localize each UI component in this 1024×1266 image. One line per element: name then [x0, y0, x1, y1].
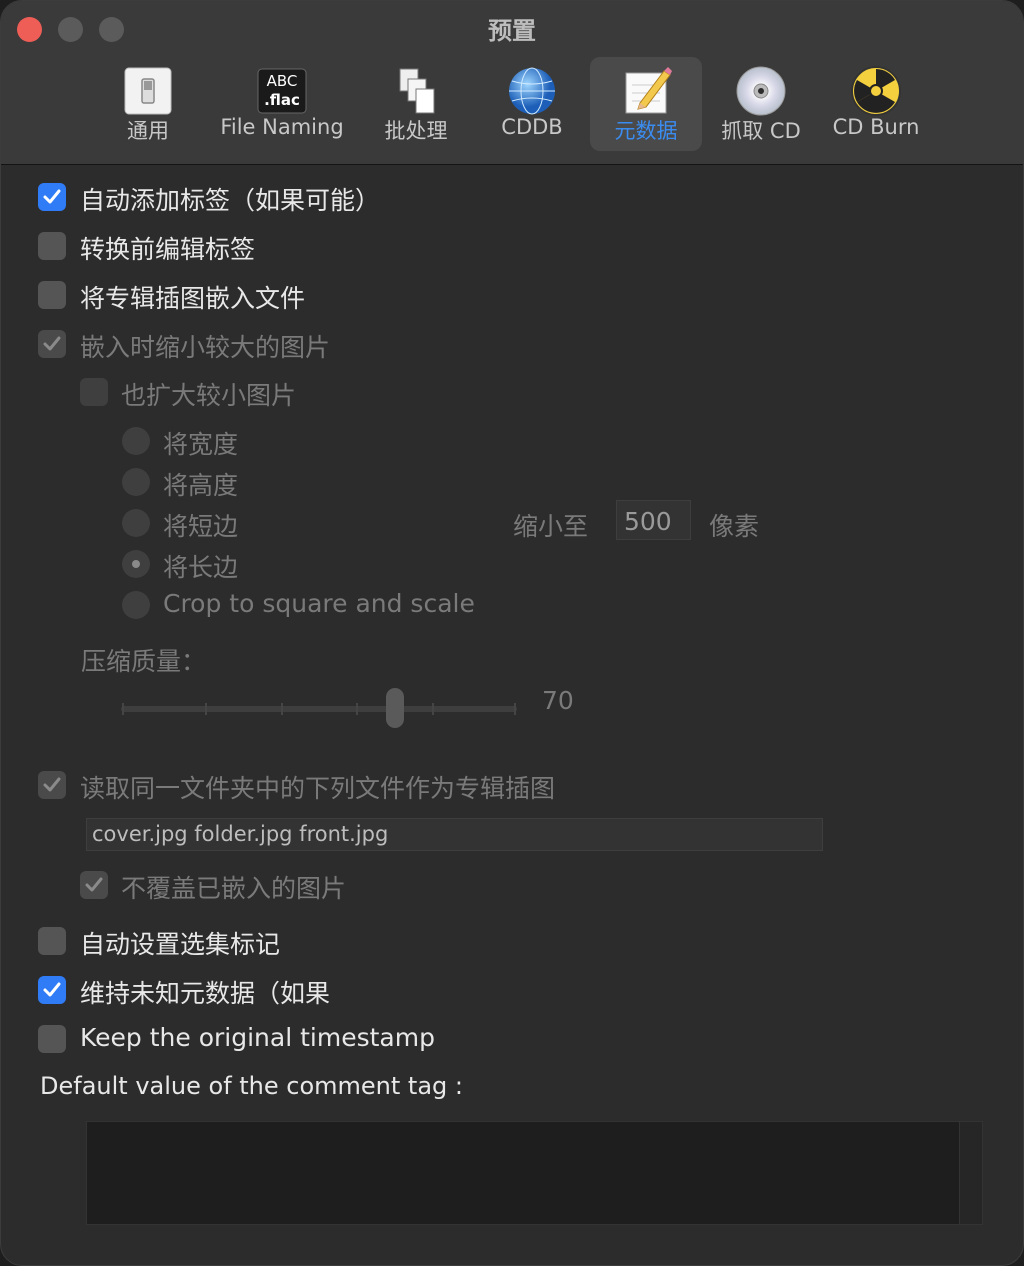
abc-flac-icon: ABC .flac	[256, 65, 308, 117]
radiation-icon	[850, 65, 902, 117]
slider-tick	[432, 703, 434, 715]
embed-art-checkbox[interactable]	[38, 281, 66, 309]
radio-width[interactable]	[122, 427, 150, 455]
radio-long-side-label: 将长边	[163, 553, 239, 582]
titlebar: 预置 通用 ABC .flac File Naming 批处理 CDDB 元数据…	[1, 1, 1023, 165]
enlarge-small-checkbox[interactable]	[80, 378, 108, 406]
comment-scrollbar[interactable]	[959, 1122, 982, 1224]
slider-tick	[281, 703, 283, 715]
edit-before-label: 转换前编辑标签	[80, 235, 256, 264]
comment-textarea[interactable]	[86, 1121, 983, 1225]
shrink-large-checkbox[interactable]	[38, 330, 66, 358]
radio-dot	[132, 560, 140, 568]
keep-timestamp-label: Keep the original timestamp	[80, 1023, 435, 1052]
tab-general[interactable]: 通用	[105, 57, 191, 151]
switch-icon	[122, 65, 174, 117]
no-overwrite-label: 不覆盖已嵌入的图片	[121, 874, 347, 903]
tab-cddb[interactable]: CDDB	[489, 57, 575, 151]
auto-compilation-checkbox[interactable]	[38, 927, 66, 955]
radio-short-side-label: 将短边	[163, 512, 239, 541]
read-files-checkbox[interactable]	[38, 771, 66, 799]
pencil-note-icon	[620, 65, 672, 117]
tab-rip-cd[interactable]: 抓取 CD	[713, 57, 809, 151]
slider-tick	[514, 703, 516, 715]
radio-width-label: 将宽度	[163, 430, 239, 459]
radio-crop[interactable]	[122, 591, 150, 619]
cd-icon	[735, 65, 787, 117]
comment-tag-label: Default value of the comment tag :	[40, 1072, 463, 1100]
documents-icon	[390, 65, 442, 117]
svg-text:.flac: .flac	[264, 91, 300, 109]
no-overwrite-checkbox[interactable]	[80, 871, 108, 899]
tab-label: File Naming	[220, 115, 344, 139]
quality-value: 70	[542, 686, 574, 715]
tab-label: 通用	[127, 119, 169, 143]
toolbar: 通用 ABC .flac File Naming 批处理 CDDB 元数据 抓取…	[1, 57, 1023, 157]
radio-height-label: 将高度	[163, 471, 239, 500]
slider-tick	[356, 703, 358, 715]
window-title: 预置	[488, 17, 536, 45]
auto-tag-label: 自动添加标签（如果可能）	[80, 186, 381, 215]
keep-timestamp-checkbox[interactable]	[38, 1025, 66, 1053]
tab-cd-burn[interactable]: CD Burn	[823, 57, 929, 151]
tab-batch[interactable]: 批处理	[373, 57, 459, 151]
auto-compilation-label: 自动设置选集标记	[80, 930, 281, 959]
radio-long-side[interactable]	[122, 550, 150, 578]
shrink-to-label: 缩小至	[513, 512, 589, 541]
tab-label: 抓取 CD	[721, 119, 801, 143]
read-files-label: 读取同一文件夹中的下列文件作为专辑插图	[80, 774, 556, 803]
slider-tick	[205, 703, 207, 715]
radio-short-side[interactable]	[122, 509, 150, 537]
shrink-size-field[interactable]: 500	[616, 500, 691, 540]
quality-slider[interactable]	[121, 706, 517, 712]
shrink-large-label: 嵌入时缩小较大的图片	[80, 333, 331, 362]
keep-unknown-checkbox[interactable]	[38, 976, 66, 1004]
embed-art-label: 将专辑插图嵌入文件	[80, 284, 306, 313]
radio-height[interactable]	[122, 468, 150, 496]
preferences-window: 预置 通用 ABC .flac File Naming 批处理 CDDB 元数据…	[0, 0, 1024, 1266]
artwork-files-field[interactable]: cover.jpg folder.jpg front.jpg	[86, 818, 823, 851]
quality-label: 压缩质量：	[81, 647, 207, 676]
keep-unknown-label: 维持未知元数据（如果	[80, 979, 331, 1008]
pixels-label: 像素	[709, 512, 760, 541]
tab-label: 元数据	[614, 119, 678, 143]
slider-tick	[122, 703, 124, 715]
tab-label: 批处理	[384, 119, 448, 143]
auto-tag-checkbox[interactable]	[38, 183, 66, 211]
tab-metadata[interactable]: 元数据	[590, 57, 702, 151]
quality-slider-knob[interactable]	[386, 688, 404, 728]
edit-before-checkbox[interactable]	[38, 232, 66, 260]
enlarge-small-label: 也扩大较小图片	[121, 381, 297, 410]
radio-crop-label: Crop to square and scale	[163, 589, 475, 618]
tab-label: CDDB	[501, 115, 563, 139]
globe-icon	[506, 65, 558, 117]
tab-label: CD Burn	[832, 115, 920, 139]
svg-text:ABC: ABC	[267, 72, 298, 90]
tab-file-naming[interactable]: ABC .flac File Naming	[213, 57, 351, 151]
